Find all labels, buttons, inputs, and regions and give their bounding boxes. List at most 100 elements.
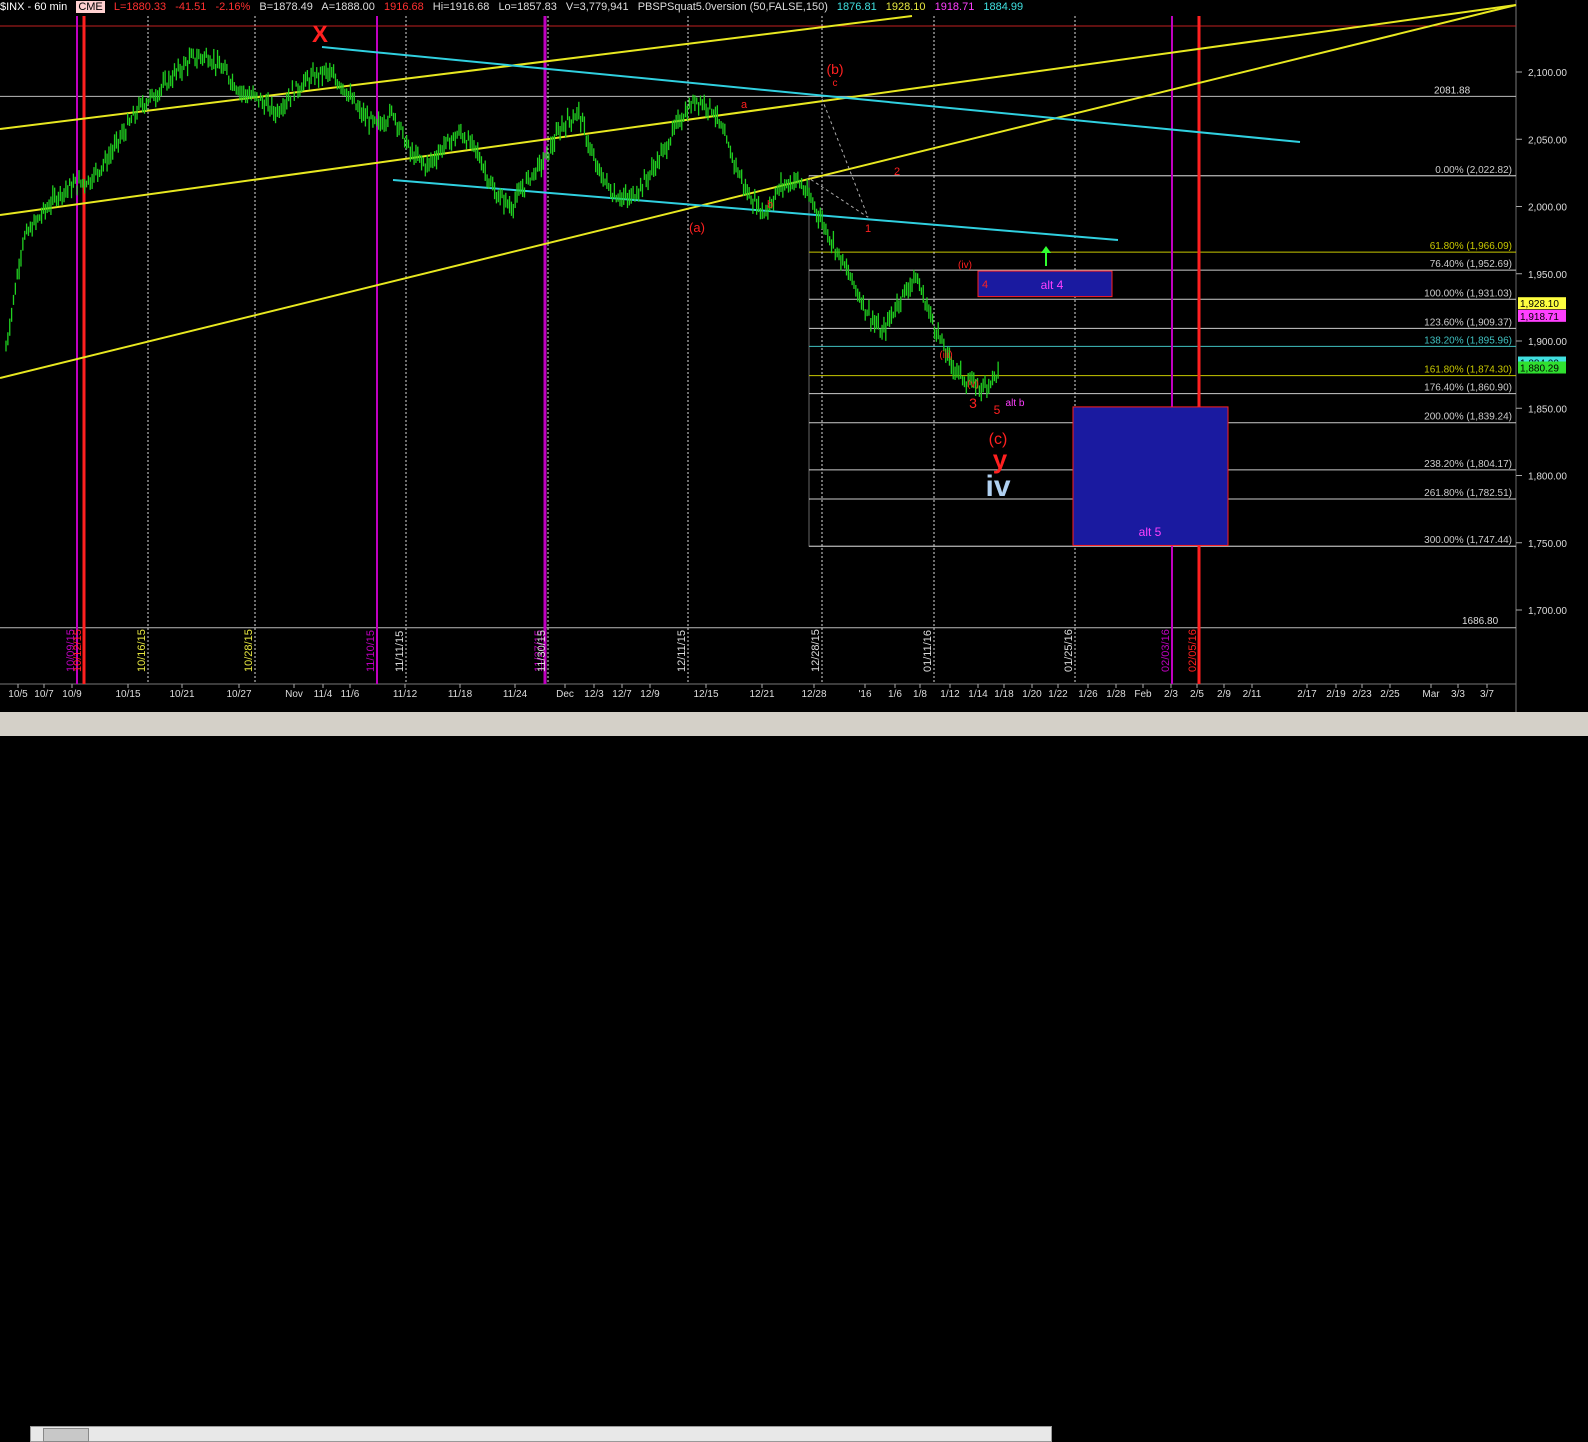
x-tick-label: 12/28 — [801, 689, 826, 700]
x-tick-label: 1/20 — [1022, 689, 1042, 700]
x-tick-label: Feb — [1134, 689, 1152, 700]
price-tag: 1,880.29 — [1520, 364, 1559, 375]
y-tick-label: 1,800.00 — [1528, 472, 1567, 483]
y-tick-label: 2,100.00 — [1528, 68, 1567, 79]
fib-label: 138.20% (1,895.96) — [1424, 335, 1512, 346]
wave-label: b — [767, 199, 773, 211]
net-change: -41.51 — [175, 1, 207, 13]
x-tick-label: 1/6 — [888, 689, 902, 700]
y-tick-label: 1,900.00 — [1528, 337, 1567, 348]
date-label: 01/25/16 — [1063, 629, 1075, 672]
fib-label: 238.20% (1,804.17) — [1424, 459, 1512, 470]
x-tick-label: 1/14 — [968, 689, 988, 700]
status-footer: Created with TradeStation. ©TradeStation… — [0, 712, 1588, 1442]
date-label: 10/16/15 — [136, 629, 148, 672]
date-label: 12/11/15 — [676, 630, 688, 672]
x-tick-label: 3/3 — [1451, 689, 1465, 700]
wave-label: X — [312, 21, 328, 48]
x-tick-label: Nov — [285, 689, 303, 700]
wave-label: alt 4 — [1041, 278, 1064, 292]
x-tick-label: Mar — [1422, 689, 1440, 700]
x-tick-label: 2/25 — [1380, 689, 1400, 700]
wave-label: 1 — [865, 223, 871, 235]
scrollbar-thumb[interactable] — [43, 1428, 89, 1442]
fib-label: 100.00% (1,931.03) — [1424, 288, 1512, 299]
fib-label: 76.40% (1,952.69) — [1430, 259, 1512, 270]
x-tick-label: 2/9 — [1217, 689, 1231, 700]
x-tick-label: 10/7 — [34, 689, 54, 700]
fib-label: 61.80% (1,966.09) — [1430, 241, 1512, 252]
fib-label: 261.80% (1,782.51) — [1424, 488, 1512, 499]
last-price: L=1880.33 — [113, 1, 167, 13]
x-tick-label: 11/24 — [503, 689, 528, 700]
x-tick-label: 12/3 — [584, 689, 604, 700]
x-tick-label: 2/11 — [1243, 689, 1262, 700]
chart-header: $INX - 60 min CME L=1880.33 -41.51 -2.16… — [0, 0, 1023, 16]
wave-label: (v) — [967, 379, 979, 390]
wave-label: (a) — [689, 220, 705, 235]
wave-label: (iii) — [939, 350, 952, 361]
low-price: Lo=1857.83 — [498, 1, 557, 13]
ask-price: A=1888.00 — [321, 1, 375, 13]
x-tick-label: 1/12 — [940, 689, 960, 700]
y-tick-label: 1,950.00 — [1528, 270, 1567, 281]
indicator-value-3: 1918.71 — [934, 1, 975, 13]
x-tick-label: 2/3 — [1164, 689, 1178, 700]
indicator-value-2: 1928.10 — [885, 1, 926, 13]
x-tick-label: 12/9 — [640, 689, 660, 700]
date-label: 11/30/15 — [536, 630, 548, 672]
wave-label: (iv) — [958, 260, 972, 271]
x-tick-label: 12/21 — [749, 689, 774, 700]
x-tick-label: 1/8 — [913, 689, 927, 700]
x-tick-label: 11/18 — [448, 689, 473, 700]
copyright-credit: Created with TradeStation. ©TradeStation… — [1159, 1425, 1580, 1439]
date-label: 12/28/15 — [810, 629, 822, 672]
x-tick-label: 1/28 — [1106, 689, 1126, 700]
wave-label: (b) — [826, 61, 843, 77]
fib-label: 161.80% (1,874.30) — [1424, 365, 1512, 376]
y-tick-label: 2,000.00 — [1528, 203, 1567, 214]
hline-label: 2081.88 — [1434, 85, 1471, 96]
x-tick-label: 1/22 — [1048, 689, 1068, 700]
date-label: 02/05/16 — [1187, 629, 1199, 672]
x-tick-label: 10/9 — [62, 689, 82, 700]
wave-label: 3 — [969, 395, 977, 411]
symbol-title[interactable]: $INX - 60 min — [0, 1, 67, 13]
bid-price: B=1878.49 — [259, 1, 313, 13]
fib-label: 200.00% (1,839.24) — [1424, 412, 1512, 423]
x-tick-label: 11/12 — [393, 689, 418, 700]
x-tick-label: 1/26 — [1078, 689, 1098, 700]
exchange-badge: CME — [76, 1, 105, 13]
wave-label: alt 5 — [1139, 525, 1162, 539]
wave-label: a — [741, 99, 748, 111]
x-tick-label: 2/19 — [1326, 689, 1346, 700]
x-tick-label: 12/15 — [693, 689, 718, 700]
volume: V=3,779,941 — [565, 1, 629, 13]
date-label: 10/12/15 — [72, 629, 84, 672]
open-price: 1916.68 — [383, 1, 424, 13]
x-tick-label: Dec — [556, 689, 574, 700]
date-label: 02/03/16 — [1160, 629, 1172, 672]
price-tag: 1,918.71 — [1520, 312, 1559, 323]
wave-label: 4 — [982, 279, 988, 291]
horizontal-scrollbar[interactable] — [30, 1426, 1052, 1442]
fib-label: 300.00% (1,747.44) — [1424, 535, 1512, 546]
x-tick-label: 2/5 — [1190, 689, 1204, 700]
hline-label: 1686.80 — [1462, 616, 1499, 627]
x-tick-label: 1/18 — [994, 689, 1014, 700]
x-tick-label: 12/7 — [612, 689, 632, 700]
y-tick-label: 1,700.00 — [1528, 606, 1567, 617]
x-tick-label: 2/23 — [1352, 689, 1372, 700]
y-tick-label: 2,050.00 — [1528, 135, 1567, 146]
price-tag: 1,928.10 — [1520, 299, 1559, 310]
x-tick-label: 2/17 — [1297, 689, 1317, 700]
indicator-name: PBSPSquat5.0version (50,FALSE,150) — [637, 1, 828, 13]
x-tick-label: 10/5 — [8, 689, 28, 700]
date-label: 10/28/15 — [243, 629, 255, 672]
x-tick-label: 10/21 — [169, 689, 194, 700]
y-tick-label: 1,750.00 — [1528, 539, 1567, 550]
x-tick-label: '16 — [858, 689, 871, 700]
price-chart: 2081.88 1686.80 0.00% (2,022.82) 61.80% (1,… — [0, 0, 1588, 712]
x-tick-label: 11/6 — [341, 689, 360, 700]
high-price: Hi=1916.68 — [432, 1, 490, 13]
